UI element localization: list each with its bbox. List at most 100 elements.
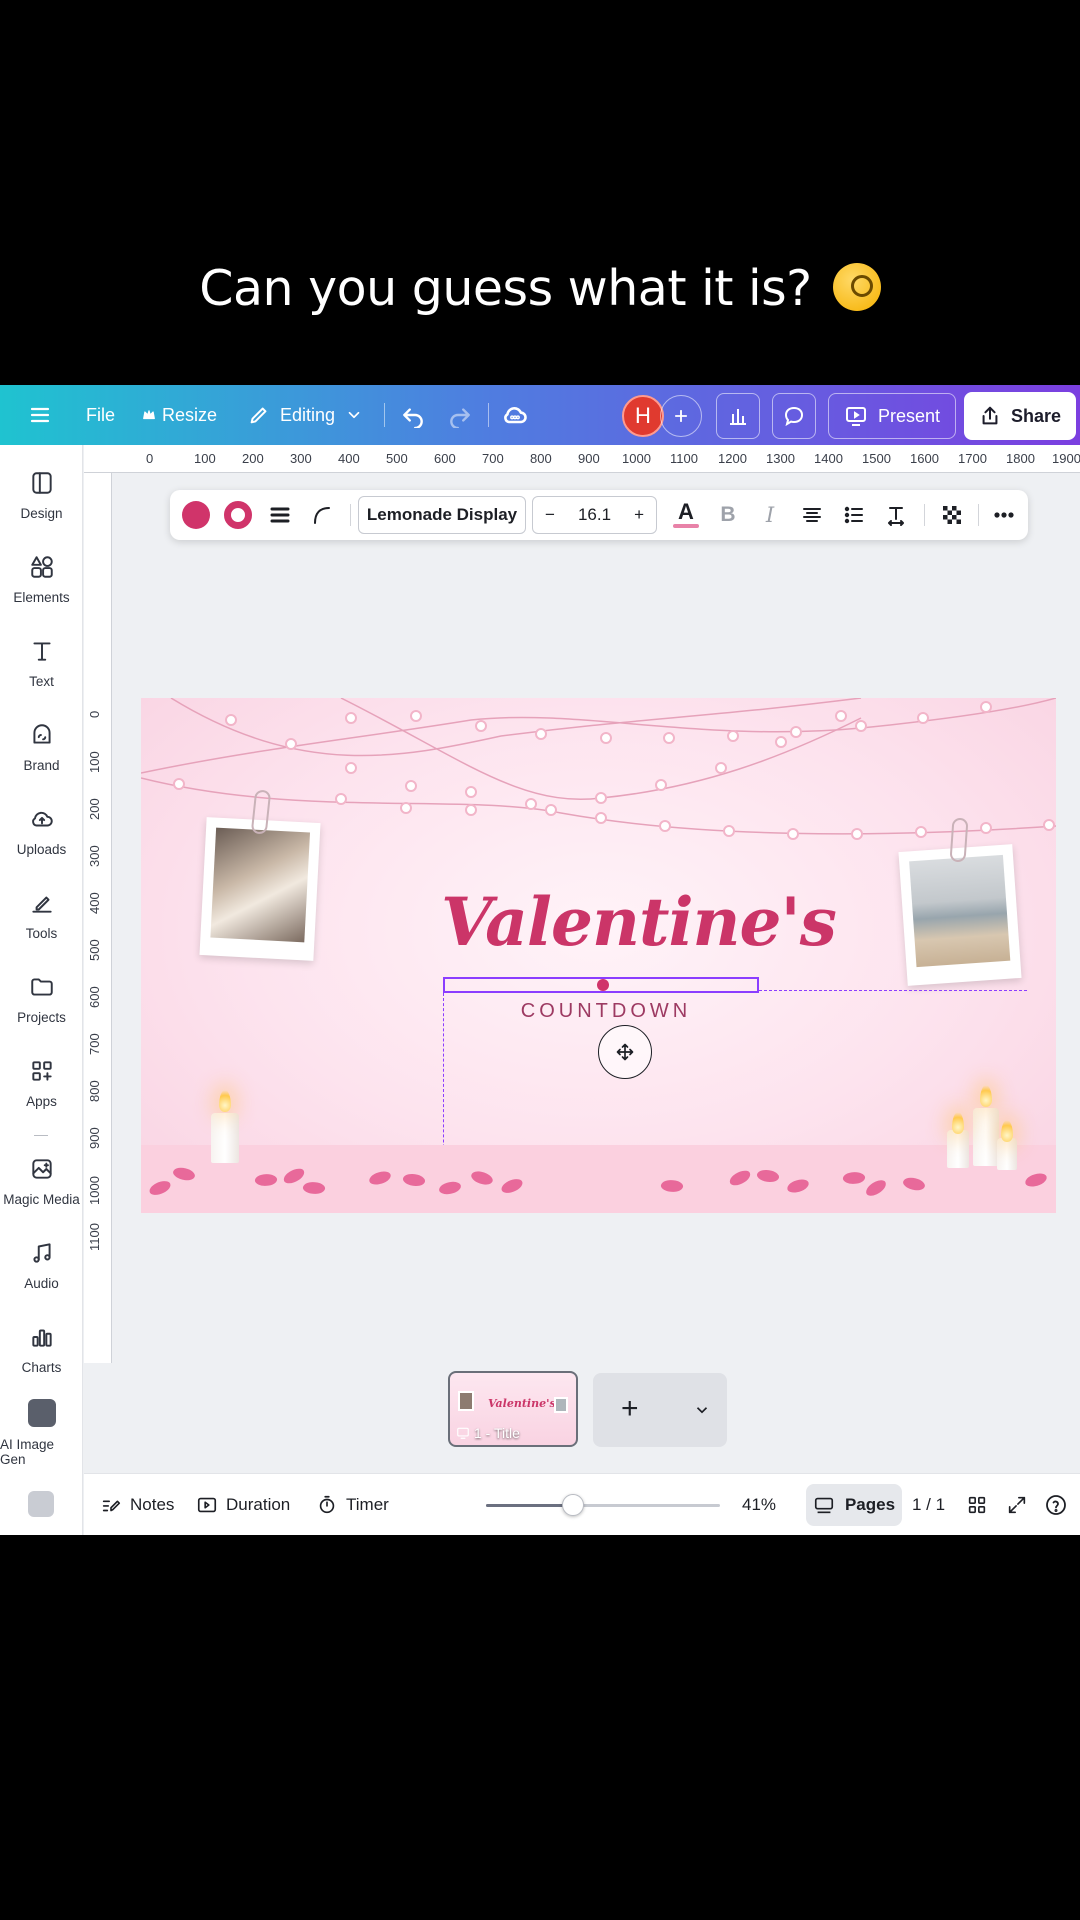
sidebar-item-label: Elements [13, 589, 70, 605]
apps-icon [31, 1060, 52, 1081]
zoom-slider-handle[interactable] [561, 1494, 584, 1516]
zoom-level[interactable]: 41% [742, 1474, 776, 1535]
audio-icon [32, 1242, 51, 1263]
menu-button[interactable] [28, 385, 52, 445]
sidebar-item-uploads[interactable]: Uploads [0, 789, 83, 873]
candle-right [973, 1108, 999, 1166]
charts-icon [31, 1329, 52, 1347]
notes-button[interactable]: Notes [100, 1474, 174, 1535]
sidebar-item-apps[interactable]: Apps [0, 1041, 83, 1125]
ruler-tick-label: 0 [87, 710, 102, 718]
sidebar-item-projects[interactable]: Projects [0, 957, 83, 1041]
timer-button[interactable]: Timer [316, 1474, 389, 1535]
share-button[interactable]: Share [964, 392, 1076, 440]
ruler-tick-label: 1500 [862, 451, 891, 466]
selection-box[interactable] [443, 977, 759, 993]
invite-button[interactable] [660, 395, 702, 437]
text-color-button[interactable]: A [666, 490, 706, 540]
transparency-button[interactable] [932, 490, 972, 540]
sidebar-item-charts[interactable]: Charts [0, 1307, 83, 1391]
ruler-tick-label: 600 [434, 451, 456, 466]
color-swatch-icon [182, 501, 210, 529]
duration-button[interactable]: Duration [196, 1474, 290, 1535]
ruler-tick-label: 1800 [1006, 451, 1035, 466]
chevron-down-icon[interactable] [693, 1401, 711, 1419]
photo-frame-right[interactable] [898, 844, 1022, 986]
insights-button[interactable] [716, 393, 760, 439]
resize-button[interactable]: Resize [142, 385, 217, 445]
divider [384, 403, 385, 427]
heart-divider-icon [597, 979, 609, 991]
photo-frame-left[interactable] [199, 817, 321, 961]
sidebar-item-elements[interactable]: Elements [0, 537, 83, 621]
grid-view-button[interactable] [966, 1474, 988, 1535]
hamburger-icon [30, 407, 50, 423]
decrease-font-button[interactable]: − [545, 505, 555, 525]
design-title[interactable]: Valentine's [441, 883, 837, 961]
sidebar-item-ai-image-gen[interactable]: AI Image Gen [0, 1391, 83, 1475]
sidebar-item-text[interactable]: Text [0, 621, 83, 705]
font-size-value[interactable]: 16.1 [578, 505, 611, 525]
sidebar-item-magic-media[interactable]: Magic Media [0, 1139, 83, 1223]
add-page-button[interactable]: + [621, 1389, 639, 1429]
paperclip-icon [949, 817, 969, 863]
text-color-icon: A [678, 499, 694, 524]
divider [978, 504, 979, 526]
design-canvas[interactable]: Valentine's COUNTDOWN [141, 698, 1056, 1213]
ruler-tick-label: 700 [87, 1033, 102, 1055]
bold-icon: B [720, 503, 736, 526]
present-button[interactable]: Present [828, 393, 956, 439]
timer-icon [319, 1495, 335, 1514]
sidebar-item-audio[interactable]: Audio [0, 1223, 83, 1307]
list-button[interactable] [834, 490, 874, 540]
bold-button[interactable]: B [708, 490, 748, 540]
save-status-button[interactable] [501, 385, 529, 445]
font-family-selector[interactable]: Lemonade Display [358, 496, 526, 534]
tools-icon [31, 896, 52, 913]
increase-font-button[interactable]: + [634, 505, 644, 525]
brand-icon [32, 723, 51, 744]
fullscreen-button[interactable] [1006, 1474, 1028, 1535]
zoom-slider[interactable] [486, 1494, 720, 1516]
ruler-tick-label: 0 [146, 451, 154, 466]
editing-mode-dropdown[interactable]: Editing [248, 385, 363, 445]
design-subtitle[interactable]: COUNTDOWN [441, 1000, 771, 1023]
flame-icon [952, 1112, 964, 1134]
outline-color-button[interactable] [218, 490, 258, 540]
sidebar-item-tools[interactable]: Tools [0, 873, 83, 957]
sidebar-item-design[interactable]: Design [0, 453, 83, 537]
font-size-stepper[interactable]: − 16.1 + [532, 496, 657, 534]
left-sidebar: Design Elements Text Brand Uploads Tools… [0, 445, 83, 1535]
timer-label: Timer [346, 1495, 389, 1514]
undo-button[interactable] [400, 385, 426, 445]
crown-icon [143, 410, 155, 420]
spacing-button[interactable] [876, 490, 916, 540]
sidebar-divider [34, 1135, 48, 1136]
sidebar-item-brand[interactable]: Brand [0, 705, 83, 789]
help-button[interactable] [1044, 1474, 1068, 1535]
sidebar-item-label: AI Image Gen [0, 1437, 55, 1467]
line-weight-button[interactable] [260, 490, 300, 540]
page-thumbnail[interactable]: Valentine's 1 - Title [448, 1371, 578, 1447]
add-page-group: + [593, 1373, 727, 1447]
italic-button[interactable]: I [750, 490, 790, 540]
more-apps-icon[interactable] [28, 1491, 54, 1517]
comments-button[interactable] [772, 393, 816, 439]
file-menu[interactable]: File [86, 385, 115, 445]
more-options-button[interactable] [984, 490, 1024, 540]
move-arrows-icon [616, 1043, 634, 1061]
divider [488, 403, 489, 427]
bullet-list-icon [844, 506, 863, 524]
pages-button[interactable]: Pages [806, 1484, 902, 1526]
move-handle[interactable] [598, 1025, 652, 1079]
text-color-bar [673, 524, 699, 528]
fill-color-button[interactable] [176, 490, 216, 540]
user-avatar[interactable]: H [622, 395, 664, 437]
magic-media-icon [31, 1158, 52, 1179]
alignment-guide [759, 990, 1027, 991]
ruler-tick-label: 900 [87, 1127, 102, 1149]
uploads-icon [31, 811, 53, 826]
redo-button[interactable] [447, 385, 473, 445]
align-button[interactable] [792, 490, 832, 540]
curve-text-button[interactable] [302, 490, 342, 540]
